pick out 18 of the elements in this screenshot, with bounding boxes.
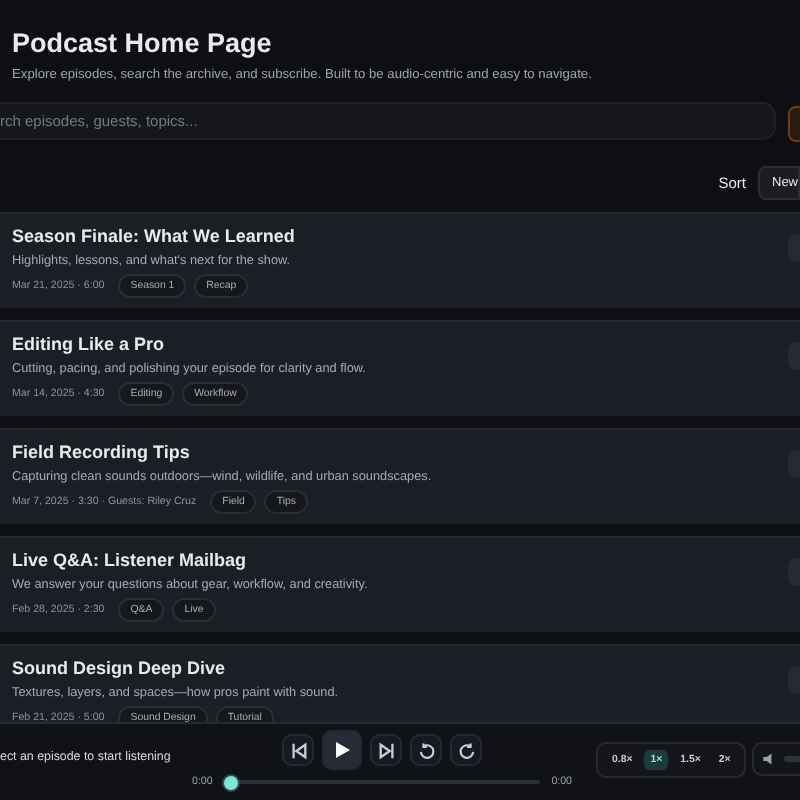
rotate-right-icon [457,741,475,759]
skip-forward-icon [377,741,395,759]
play-button[interactable] [322,730,362,770]
skip-back-icon [289,741,307,759]
forward-button[interactable] [450,734,482,766]
episode-title: Live Q&A: Listener Mailbag [12,550,249,570]
rotate-left-icon [417,741,435,759]
episode-title: Sound Design Deep Dive [12,658,228,678]
speaker-icon [762,752,776,766]
episode-title: Editing Like a Pro [12,334,167,354]
next-button[interactable] [370,734,402,766]
progress-slider[interactable] [222,774,241,792]
page-title: Podcast Home Page [12,28,274,58]
episode-title: Season Finale: What We Learned [12,226,295,246]
play-icon [332,740,352,760]
rewind-button[interactable] [410,734,442,766]
previous-button[interactable] [282,734,314,766]
episode-title: Field Recording Tips [12,442,192,462]
